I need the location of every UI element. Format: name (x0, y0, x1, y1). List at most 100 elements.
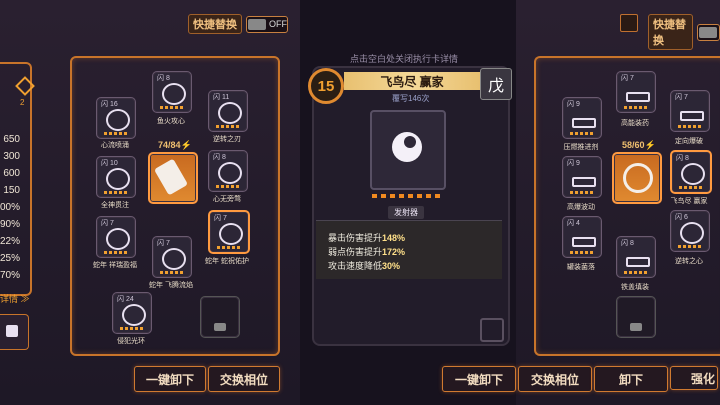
moon-icon (681, 163, 705, 185)
stat-value: 70% (0, 270, 21, 281)
stat-value: 650 (3, 134, 20, 145)
bug-icon (106, 109, 130, 131)
card-r7[interactable]: 闪 8 (616, 236, 656, 278)
card-caption: 罐装菌落 (567, 264, 595, 271)
card-name: 飞鸟尽 赢家 (380, 74, 444, 89)
right-quick-swap[interactable]: 快捷替换 (648, 14, 720, 50)
right-center-weapon-card[interactable] (612, 152, 662, 204)
stat-value: 300 (3, 151, 20, 162)
unload-button[interactable]: 卸下 (594, 366, 668, 392)
stat-value: 90% (0, 219, 21, 230)
stat-value: 25% (0, 253, 21, 264)
bug-icon (106, 168, 130, 190)
card-4[interactable]: 闪 10 (96, 156, 136, 198)
close-hint[interactable]: 点击空白处关闭执行卡详情 (350, 52, 458, 65)
diamond-icon (15, 76, 35, 96)
card-caption: 压燃推进剂 (563, 144, 599, 151)
card-rating-dots (372, 194, 444, 198)
category-tag: 发射器 (388, 206, 424, 219)
left-panel: 快捷替换 OFF 2 650 300 600 150 00% 90% 22% 2… (0, 0, 300, 405)
card-caption: 飞鸟尽 赢家 (670, 198, 708, 205)
stat-value: 600 (3, 168, 20, 179)
card-caption: 高爆波动 (567, 204, 595, 211)
overwrite-count: 覆写146次 (392, 94, 430, 103)
shirt-icon-button[interactable] (0, 314, 29, 350)
swap-position-button[interactable]: 交换相位 (208, 366, 280, 392)
card-r2[interactable]: 闪 7 (616, 71, 656, 113)
card-caption: 全神贯注 (101, 202, 129, 209)
card-title-bar: 飞鸟尽 赢家 (344, 72, 480, 90)
stat-value: 00% (0, 202, 21, 213)
gun-icon (626, 257, 650, 267)
card-r6[interactable]: 闪 4 (562, 216, 602, 258)
lock-icon-button[interactable] (620, 14, 638, 32)
empty-slot[interactable] (200, 296, 240, 338)
effect-line: 暴击伤害提升148% (328, 233, 406, 243)
rocket-icon (572, 118, 596, 128)
stat-value: 150 (3, 185, 20, 196)
empty-slot[interactable] (616, 296, 656, 338)
card-detail-overlay: 点击空白处关闭执行卡详情 15 飞鸟尽 赢家 覆写146次 戊 发射器 暴击伤害… (300, 0, 516, 405)
center-weapon-card[interactable] (148, 152, 198, 204)
details-link[interactable]: 详情 ≫ (0, 292, 30, 305)
card-caption: 心流喷涌 (101, 142, 129, 149)
canister-icon (572, 237, 596, 247)
right-panel: 快捷替换 闪 9 压燃推进剂 闪 7 高能装药 闪 7 定向爆破 闪 9 高爆波… (516, 0, 720, 405)
cloud-icon (106, 228, 130, 250)
card-8[interactable]: 闪 7 (208, 210, 250, 254)
effects-box: 暴击伤害提升148% 弱点伤害提升172% 攻击速度降低30% (316, 220, 502, 279)
gun-icon (572, 177, 596, 187)
right-swap-position-button[interactable]: 交换相位 (518, 366, 592, 392)
card-r1[interactable]: 闪 9 (562, 97, 602, 139)
blade-icon (218, 102, 242, 124)
effect-line: 弱点伤害提升172% (328, 247, 406, 257)
card-caption: 蛇年 飞腾流焰 (149, 282, 193, 289)
stats-sidebar: 2 650 300 600 150 00% 90% 22% 25% 70% (0, 62, 35, 296)
level-badge: 15 (308, 68, 344, 104)
card-caption: 高能装药 (621, 120, 649, 127)
quick-swap-label: 快捷替换 (648, 14, 694, 50)
gun-icon (626, 92, 650, 102)
card-caption: 鱼火攻心 (157, 118, 185, 125)
enhance-button[interactable]: 强化 (670, 366, 718, 390)
quick-swap-label: 快捷替换 (188, 14, 242, 34)
card-caption: 侵犯光环 (117, 338, 145, 345)
card-5[interactable]: 闪 8 (208, 150, 248, 192)
card-7[interactable]: 闪 7 (152, 236, 192, 278)
card-caption: 逆转之刃 (213, 136, 241, 143)
quick-swap-toggle[interactable] (697, 23, 720, 41)
card-6[interactable]: 闪 7 (96, 216, 136, 258)
card-caption: 逆转之心 (675, 258, 703, 265)
target-icon (623, 163, 653, 193)
stat-value: 22% (0, 236, 21, 247)
card-2[interactable]: 闪 8 (152, 71, 192, 113)
card-1[interactable]: 闪 16 (96, 97, 136, 139)
card-caption: 蛇年 蛇祝佑护 (205, 258, 249, 265)
left-energy: 74/84⚡ (158, 140, 192, 150)
card-r8[interactable]: 闪 6 (670, 210, 710, 252)
card-caption: 定向爆破 (675, 138, 703, 145)
card-3[interactable]: 闪 11 (208, 90, 248, 132)
star-icon (122, 304, 146, 326)
lock-icon (630, 323, 642, 331)
left-quick-swap[interactable]: 快捷替换 OFF (188, 14, 288, 34)
effect-line: 攻击速度降低30% (328, 261, 401, 271)
card-9[interactable]: 闪 24 (112, 292, 152, 334)
shield-icon (219, 223, 243, 245)
card-caption: 蛇年 祥瑞盈福 (93, 262, 137, 269)
card-r3[interactable]: 闪 7 (670, 90, 710, 132)
unload-all-button[interactable]: 一键卸下 (134, 366, 206, 392)
bug-icon (162, 83, 186, 105)
gun-icon (680, 111, 704, 121)
lock-icon (214, 323, 226, 331)
right-unload-all-button[interactable]: 一键卸下 (442, 366, 516, 392)
card-r5[interactable]: 闪 8 (670, 150, 712, 194)
weapon-icon (153, 158, 189, 196)
main-card-image (370, 110, 446, 190)
quick-swap-toggle[interactable]: OFF (246, 15, 288, 33)
card-r4[interactable]: 闪 9 (562, 156, 602, 198)
card-caption: 心无旁骛 (213, 196, 241, 203)
corner-rank-icon: 戊 (480, 68, 512, 100)
stats-badge: 2 (20, 98, 25, 107)
stats-list: 650 300 600 150 00% 90% 22% 25% 70% (0, 134, 24, 287)
